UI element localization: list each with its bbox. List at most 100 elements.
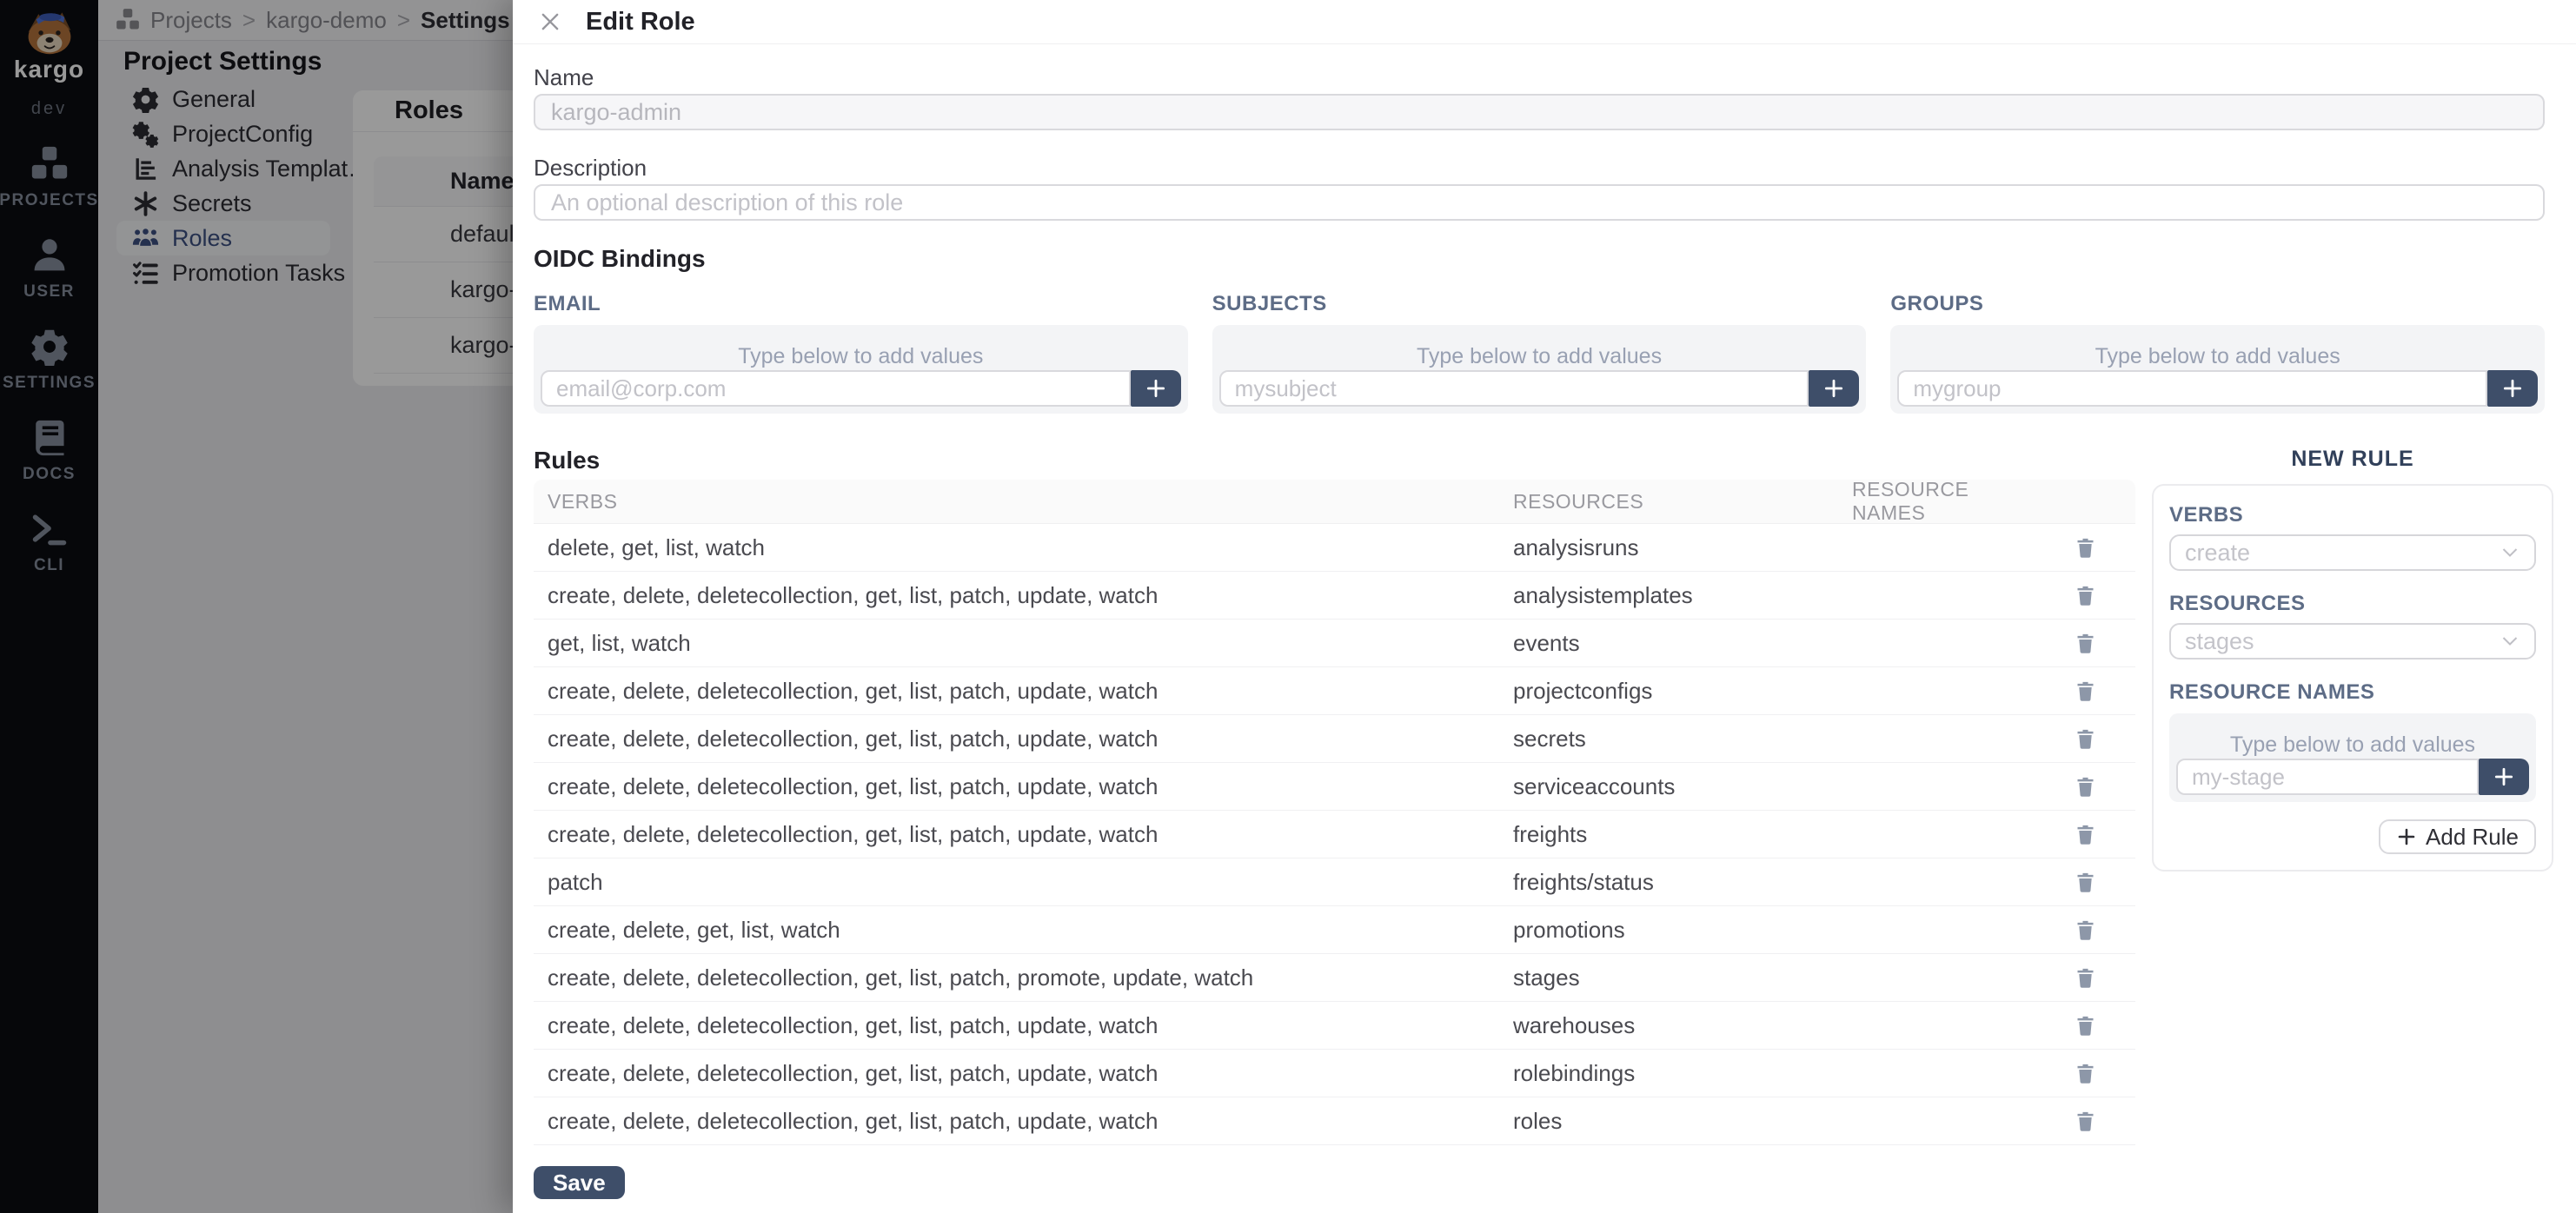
rule-resources: serviceaccounts bbox=[1513, 773, 1852, 800]
rule-verbs: create, delete, deletecollection, get, l… bbox=[534, 726, 1513, 752]
rule-resources: freights/status bbox=[1513, 869, 1852, 896]
rules-table-row: create, delete, deletecollection, get, l… bbox=[534, 572, 2135, 620]
rule-actions bbox=[2035, 966, 2135, 990]
rule-resources: freights bbox=[1513, 821, 1852, 848]
delete-rule-button[interactable] bbox=[2074, 727, 2097, 751]
save-button[interactable]: Save bbox=[534, 1166, 625, 1199]
add-value-input[interactable] bbox=[1897, 370, 2487, 407]
rules-table-row: patch freights/status bbox=[534, 858, 2135, 906]
rule-resources: promotions bbox=[1513, 917, 1852, 944]
plus-icon bbox=[2396, 826, 2417, 847]
add-rule-button[interactable]: Add Rule bbox=[2379, 819, 2536, 854]
add-rule-label: Add Rule bbox=[2426, 824, 2519, 851]
verbs-select[interactable]: create bbox=[2169, 534, 2536, 571]
app-root: kargo dev PROJECTS USER SETTINGS DOCS CL… bbox=[0, 0, 2576, 1213]
delete-rule-button[interactable] bbox=[2074, 966, 2097, 990]
delete-rule-button[interactable] bbox=[2074, 536, 2097, 560]
rules-table-header: VERBS RESOURCES RESOURCE NAMES bbox=[534, 480, 2135, 524]
rule-resources: secrets bbox=[1513, 726, 1852, 752]
description-input[interactable] bbox=[534, 184, 2545, 221]
rule-verbs: create, delete, deletecollection, get, l… bbox=[534, 582, 1513, 609]
delete-rule-button[interactable] bbox=[2074, 1014, 2097, 1037]
verbs-select-value: create bbox=[2185, 540, 2250, 567]
oidc-binding-group: SUBJECTS Type below to add values bbox=[1212, 292, 1867, 414]
delete-rule-button[interactable] bbox=[2074, 775, 2097, 799]
add-values-box: Type below to add values bbox=[534, 325, 1188, 414]
add-value-input-row bbox=[541, 370, 1181, 407]
add-value-button[interactable] bbox=[2479, 759, 2529, 795]
resources-select[interactable]: stages bbox=[2169, 623, 2536, 660]
delete-rule-button[interactable] bbox=[2074, 1062, 2097, 1085]
oidc-binding-group: EMAIL Type below to add values bbox=[534, 292, 1188, 414]
trash-icon bbox=[2074, 871, 2097, 894]
rules-table-row: create, delete, deletecollection, get, l… bbox=[534, 954, 2135, 1002]
rule-verbs: create, delete, get, list, watch bbox=[534, 917, 1513, 944]
delete-rule-button[interactable] bbox=[2074, 632, 2097, 655]
rule-resources: analysistemplates bbox=[1513, 582, 1852, 609]
plus-icon bbox=[1145, 377, 1167, 400]
delete-rule-button[interactable] bbox=[2074, 679, 2097, 703]
add-value-input-row bbox=[2176, 759, 2529, 795]
trash-icon bbox=[2074, 966, 2097, 990]
delete-rule-button[interactable] bbox=[2074, 918, 2097, 942]
oidc-group-label: EMAIL bbox=[534, 292, 1188, 316]
add-value-input[interactable] bbox=[541, 370, 1131, 407]
rule-actions bbox=[2035, 632, 2135, 655]
rule-actions bbox=[2035, 871, 2135, 894]
trash-icon bbox=[2074, 584, 2097, 607]
add-value-input-row bbox=[1897, 370, 2538, 407]
plus-icon bbox=[2493, 766, 2515, 788]
trash-icon bbox=[2074, 775, 2097, 799]
add-values-box: Type below to add values bbox=[2169, 713, 2536, 802]
oidc-group-label: GROUPS bbox=[1890, 292, 2545, 316]
delete-rule-button[interactable] bbox=[2074, 584, 2097, 607]
trash-icon bbox=[2074, 679, 2097, 703]
rule-verbs: patch bbox=[534, 869, 1513, 896]
close-button[interactable] bbox=[539, 10, 563, 34]
trash-icon bbox=[2074, 1062, 2097, 1085]
chevron-down-icon bbox=[2500, 631, 2520, 652]
add-value-input[interactable] bbox=[1219, 370, 1809, 407]
add-value-button[interactable] bbox=[2487, 370, 2538, 407]
name-input[interactable] bbox=[534, 94, 2545, 130]
rules-table-row: get, list, watch events bbox=[534, 620, 2135, 667]
trash-icon bbox=[2074, 1014, 2097, 1037]
rule-verbs: create, delete, deletecollection, get, l… bbox=[534, 964, 1513, 991]
oidc-bindings-row: EMAIL Type below to add values SUBJECTS bbox=[534, 292, 2545, 414]
trash-icon bbox=[2074, 727, 2097, 751]
add-values-hint: Type below to add values bbox=[1890, 325, 2545, 369]
resource-name-input[interactable] bbox=[2176, 759, 2479, 795]
delete-rule-button[interactable] bbox=[2074, 871, 2097, 894]
rules-table-row: create, delete, deletecollection, get, l… bbox=[534, 715, 2135, 763]
rules-heading: Rules bbox=[534, 447, 600, 474]
verbs-label: VERBS bbox=[2169, 503, 2536, 527]
add-values-box: Type below to add values bbox=[1212, 325, 1867, 414]
resources-column-header: RESOURCES bbox=[1513, 490, 1852, 514]
rules-table-row: create, delete, deletecollection, get, l… bbox=[534, 1097, 2135, 1145]
trash-icon bbox=[2074, 823, 2097, 846]
resource-names-label: RESOURCE NAMES bbox=[2169, 680, 2536, 705]
delete-rule-button[interactable] bbox=[2074, 823, 2097, 846]
new-rule-resource-names-group: RESOURCE NAMES Type below to add values bbox=[2169, 680, 2536, 802]
new-rule-footer: Add Rule bbox=[2169, 819, 2536, 854]
rule-actions bbox=[2035, 584, 2135, 607]
add-values-box: Type below to add values bbox=[1890, 325, 2545, 414]
trash-icon bbox=[2074, 632, 2097, 655]
rule-verbs: create, delete, deletecollection, get, l… bbox=[534, 1060, 1513, 1087]
rule-resources: events bbox=[1513, 630, 1852, 657]
add-values-hint: Type below to add values bbox=[534, 325, 1188, 369]
delete-rule-button[interactable] bbox=[2074, 1110, 2097, 1133]
resources-label: RESOURCES bbox=[2169, 592, 2536, 616]
add-value-button[interactable] bbox=[1809, 370, 1859, 407]
plus-icon bbox=[1822, 377, 1845, 400]
name-label: Name bbox=[534, 64, 594, 91]
oidc-bindings-heading: OIDC Bindings bbox=[534, 245, 706, 273]
rules-table-row: create, delete, deletecollection, get, l… bbox=[534, 667, 2135, 715]
resource-names-column-header: RESOURCE NAMES bbox=[1852, 478, 2035, 525]
new-rule-heading: NEW RULE bbox=[2152, 447, 2553, 472]
add-value-button[interactable] bbox=[1131, 370, 1181, 407]
rule-verbs: create, delete, deletecollection, get, l… bbox=[534, 821, 1513, 848]
rule-actions bbox=[2035, 775, 2135, 799]
rule-verbs: get, list, watch bbox=[534, 630, 1513, 657]
rules-table-row: create, delete, get, list, watch promoti… bbox=[534, 906, 2135, 954]
